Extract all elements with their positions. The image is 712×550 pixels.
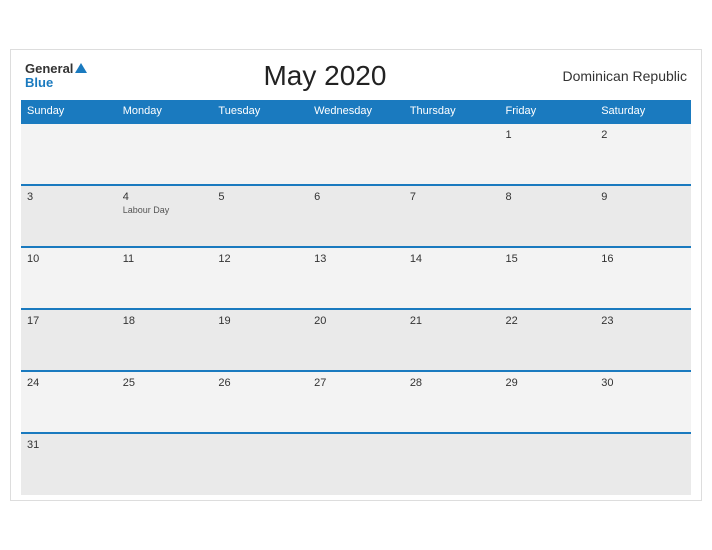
day-number: 19 bbox=[218, 315, 302, 327]
calendar-grid: Sunday Monday Tuesday Wednesday Thursday… bbox=[21, 100, 691, 495]
header-tuesday: Tuesday bbox=[212, 100, 308, 123]
day-number: 4 bbox=[123, 191, 207, 203]
week-row-2: 34 Labour Day 56789 bbox=[21, 185, 691, 247]
header-saturday: Saturday bbox=[595, 100, 691, 123]
table-row: 8 bbox=[500, 185, 596, 247]
table-row: 16 bbox=[595, 247, 691, 309]
day-number: 16 bbox=[601, 253, 685, 265]
table-row: 4 Labour Day bbox=[117, 185, 213, 247]
table-row: 3 bbox=[21, 185, 117, 247]
table-row: 12 bbox=[212, 247, 308, 309]
day-number: 26 bbox=[218, 377, 302, 389]
table-row: 17 bbox=[21, 309, 117, 371]
day-number: 5 bbox=[218, 191, 302, 203]
week-row-6: 31 bbox=[21, 433, 691, 495]
table-row: 21 bbox=[404, 309, 500, 371]
day-number: 20 bbox=[314, 315, 398, 327]
day-number: 23 bbox=[601, 315, 685, 327]
table-row: 26 bbox=[212, 371, 308, 433]
table-row: 27 bbox=[308, 371, 404, 433]
table-row: 5 bbox=[212, 185, 308, 247]
day-number: 2 bbox=[601, 129, 685, 141]
day-number: 7 bbox=[410, 191, 494, 203]
logo-triangle-icon bbox=[75, 63, 87, 73]
week-row-5: 24 25 26 27 28 29 30 bbox=[21, 371, 691, 433]
day-number: 1 bbox=[506, 129, 590, 141]
day-number: 3 bbox=[27, 191, 111, 203]
day-number: 30 bbox=[601, 377, 685, 389]
day-number: 27 bbox=[314, 377, 398, 389]
table-row: 9 bbox=[595, 185, 691, 247]
day-number: 8 bbox=[506, 191, 590, 203]
table-row: 1 bbox=[500, 123, 596, 185]
table-row: 30 bbox=[595, 371, 691, 433]
table-row bbox=[404, 123, 500, 185]
header-monday: Monday bbox=[117, 100, 213, 123]
day-number: 18 bbox=[123, 315, 207, 327]
table-row: 6 bbox=[308, 185, 404, 247]
weekday-header-row: Sunday Monday Tuesday Wednesday Thursday… bbox=[21, 100, 691, 123]
day-number: 15 bbox=[506, 253, 590, 265]
holiday-label: Labour Day bbox=[123, 205, 207, 215]
table-row: 2 bbox=[595, 123, 691, 185]
week-row-3: 10 11 12 13 14 15 16 bbox=[21, 247, 691, 309]
day-number: 24 bbox=[27, 377, 111, 389]
table-row: 31 bbox=[21, 433, 117, 495]
day-number: 9 bbox=[601, 191, 685, 203]
calendar-header: General Blue May 2020 Dominican Republic bbox=[21, 60, 691, 92]
day-number: 6 bbox=[314, 191, 398, 203]
table-row bbox=[404, 433, 500, 495]
header-wednesday: Wednesday bbox=[308, 100, 404, 123]
table-row bbox=[595, 433, 691, 495]
table-row: 28 bbox=[404, 371, 500, 433]
table-row: 29 bbox=[500, 371, 596, 433]
day-number: 14 bbox=[410, 253, 494, 265]
table-row bbox=[117, 433, 213, 495]
table-row bbox=[21, 123, 117, 185]
day-number: 10 bbox=[27, 253, 111, 265]
day-number: 31 bbox=[27, 439, 111, 451]
logo-blue: Blue bbox=[25, 76, 53, 90]
day-number: 13 bbox=[314, 253, 398, 265]
logo-general: General bbox=[25, 62, 87, 76]
table-row bbox=[117, 123, 213, 185]
header-sunday: Sunday bbox=[21, 100, 117, 123]
table-row: 25 bbox=[117, 371, 213, 433]
table-row bbox=[308, 123, 404, 185]
day-number: 22 bbox=[506, 315, 590, 327]
table-row bbox=[212, 433, 308, 495]
logo-area: General Blue bbox=[25, 62, 87, 91]
day-number: 11 bbox=[123, 253, 207, 265]
week-row-4: 17 18 19 20 21 22 23 bbox=[21, 309, 691, 371]
table-row: 11 bbox=[117, 247, 213, 309]
day-number: 28 bbox=[410, 377, 494, 389]
country-name: Dominican Republic bbox=[562, 68, 687, 84]
table-row: 19 bbox=[212, 309, 308, 371]
table-row: 15 bbox=[500, 247, 596, 309]
calendar-body: 1234Labour Day56789101112131415161718192… bbox=[21, 123, 691, 495]
table-row: 23 bbox=[595, 309, 691, 371]
day-number: 17 bbox=[27, 315, 111, 327]
table-row: 18 bbox=[117, 309, 213, 371]
calendar-title: May 2020 bbox=[263, 60, 386, 92]
table-row: 7 bbox=[404, 185, 500, 247]
table-row: 24 bbox=[21, 371, 117, 433]
table-row bbox=[308, 433, 404, 495]
table-row bbox=[212, 123, 308, 185]
week-row-1: 12 bbox=[21, 123, 691, 185]
header-friday: Friday bbox=[500, 100, 596, 123]
day-number: 29 bbox=[506, 377, 590, 389]
day-number: 25 bbox=[123, 377, 207, 389]
day-number: 21 bbox=[410, 315, 494, 327]
table-row: 14 bbox=[404, 247, 500, 309]
table-row: 13 bbox=[308, 247, 404, 309]
table-row: 10 bbox=[21, 247, 117, 309]
logo-line: Blue bbox=[25, 76, 53, 90]
table-row: 22 bbox=[500, 309, 596, 371]
day-number: 12 bbox=[218, 253, 302, 265]
table-row: 20 bbox=[308, 309, 404, 371]
calendar-container: General Blue May 2020 Dominican Republic… bbox=[10, 49, 702, 501]
table-row bbox=[500, 433, 596, 495]
header-thursday: Thursday bbox=[404, 100, 500, 123]
